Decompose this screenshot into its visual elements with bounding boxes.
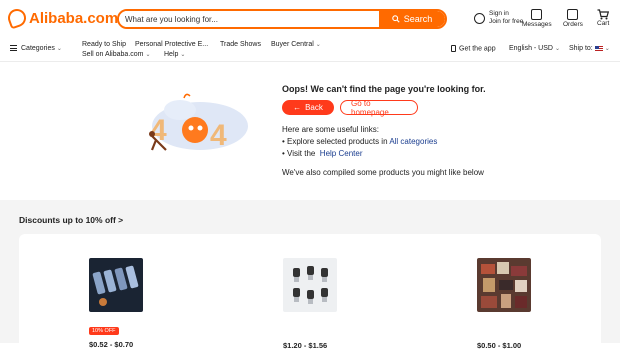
ship-to-label: Ship to:	[569, 45, 593, 52]
ship-to-selector[interactable]: Ship to: ⌄	[569, 45, 610, 52]
join-link[interactable]: Join for free	[489, 18, 523, 26]
back-button[interactable]: ← Back	[282, 100, 334, 115]
search-button-label: Search	[403, 14, 433, 24]
back-label: Back	[305, 103, 323, 112]
discount-badge: 10% OFF	[89, 327, 119, 335]
nav-trade-shows[interactable]: Trade Shows	[220, 41, 261, 48]
nav-help[interactable]: Help ⌄	[164, 51, 185, 58]
orders-button[interactable]: Orders	[563, 9, 583, 29]
chevron-down-icon: ⌄	[145, 52, 151, 58]
product-card[interactable]: 10% OFF $0.52 - $0.70	[89, 258, 169, 349]
search-input[interactable]	[119, 11, 379, 27]
nav-sell[interactable]: Sell on Alibaba.com ⌄	[82, 51, 151, 58]
user-icon	[474, 12, 485, 24]
alibaba-logo[interactable]: Alibaba.com	[5, 6, 119, 30]
discounts-heading[interactable]: Discounts up to 10% off >	[19, 215, 123, 225]
search-bar: Search	[117, 9, 447, 29]
categories-label: Categories	[21, 45, 55, 52]
explore-line: • Explore selected products in All categ…	[282, 136, 486, 148]
nav-buyer-central[interactable]: Buyer Central ⌄	[271, 41, 321, 48]
top-header: Alibaba.com Search Sign in Join for free…	[0, 0, 620, 40]
orders-icon	[567, 9, 579, 20]
product-card[interactable]: $0.50 - $1.00	[477, 258, 557, 350]
error-message: Oops! We can't find the page you're look…	[282, 84, 486, 179]
product-image[interactable]	[283, 258, 337, 312]
help-label: Help	[164, 51, 179, 58]
chevron-down-icon: ⌄	[180, 52, 186, 58]
nav-ppe[interactable]: Personal Protective E...	[135, 41, 208, 48]
sign-in-area[interactable]: Sign in Join for free	[474, 10, 523, 27]
us-flag-icon	[594, 45, 603, 51]
phone-icon	[451, 45, 456, 52]
nav-ready-to-ship[interactable]: Ready to Ship	[82, 41, 126, 48]
product-card[interactable]: $1.20 - $1.56	[283, 258, 363, 350]
error-title: Oops! We can't find the page you're look…	[282, 84, 486, 94]
language-currency-selector[interactable]: English - USD ⌄	[509, 45, 560, 52]
orders-label: Orders	[563, 21, 583, 28]
all-categories-link[interactable]: All categories	[389, 137, 437, 146]
visit-prefix: • Visit the	[282, 149, 316, 158]
visit-line: • Visit the Help Center	[282, 148, 486, 160]
chevron-down-icon: ⌄	[315, 42, 321, 48]
main-nav: Categories ⌄ Ready to Ship Personal Prote…	[0, 40, 620, 62]
arrow-left-icon: ←	[293, 103, 302, 112]
logo-text: Alibaba.com	[29, 9, 119, 27]
search-button[interactable]: Search	[379, 11, 445, 27]
product-price: $0.50 - $1.00	[477, 341, 522, 350]
product-image[interactable]	[89, 258, 143, 312]
recommendations-section: Discounts up to 10% off > 10% OFF $0.52 …	[0, 200, 620, 354]
buyer-central-label: Buyer Central	[271, 41, 314, 48]
compiled-note: We've also compiled some products you mi…	[282, 168, 484, 177]
alibaba-logo-icon	[5, 6, 29, 30]
cart-label: Cart	[597, 20, 610, 27]
chevron-down-icon: ⌄	[604, 46, 610, 52]
menu-icon	[10, 45, 17, 52]
messages-button[interactable]: Messages	[522, 9, 552, 29]
links-intro: Here are some useful links:	[282, 125, 379, 134]
search-icon	[391, 15, 400, 23]
get-app-link[interactable]: Get the app	[451, 45, 496, 52]
chevron-down-icon: ⌄	[554, 46, 560, 52]
product-price: $0.52 - $0.70	[89, 340, 134, 349]
categories-menu[interactable]: Categories ⌄	[10, 45, 62, 52]
cart-button[interactable]: Cart	[597, 9, 609, 28]
product-price: $1.20 - $1.56	[283, 341, 328, 350]
language-label: English - USD	[509, 45, 553, 52]
sign-in-link[interactable]: Sign in	[489, 10, 523, 18]
help-center-link[interactable]: Help Center	[320, 149, 363, 158]
chevron-down-icon: ⌄	[56, 46, 62, 52]
product-image[interactable]	[477, 258, 531, 312]
error-404-illustration: 4 4	[149, 93, 248, 152]
product-card-row: 10% OFF $0.52 - $0.70 $1.20 - $1.56 $0.5…	[19, 234, 601, 354]
explore-prefix: • Explore selected products in	[282, 137, 388, 146]
cart-icon	[597, 9, 610, 20]
svg-text:4: 4	[210, 119, 227, 152]
messages-label: Messages	[522, 21, 552, 28]
get-app-label: Get the app	[459, 45, 496, 53]
go-to-homepage-button[interactable]: Go to homepage	[340, 99, 418, 117]
sell-label: Sell on Alibaba.com	[82, 51, 144, 58]
message-icon	[531, 9, 543, 20]
